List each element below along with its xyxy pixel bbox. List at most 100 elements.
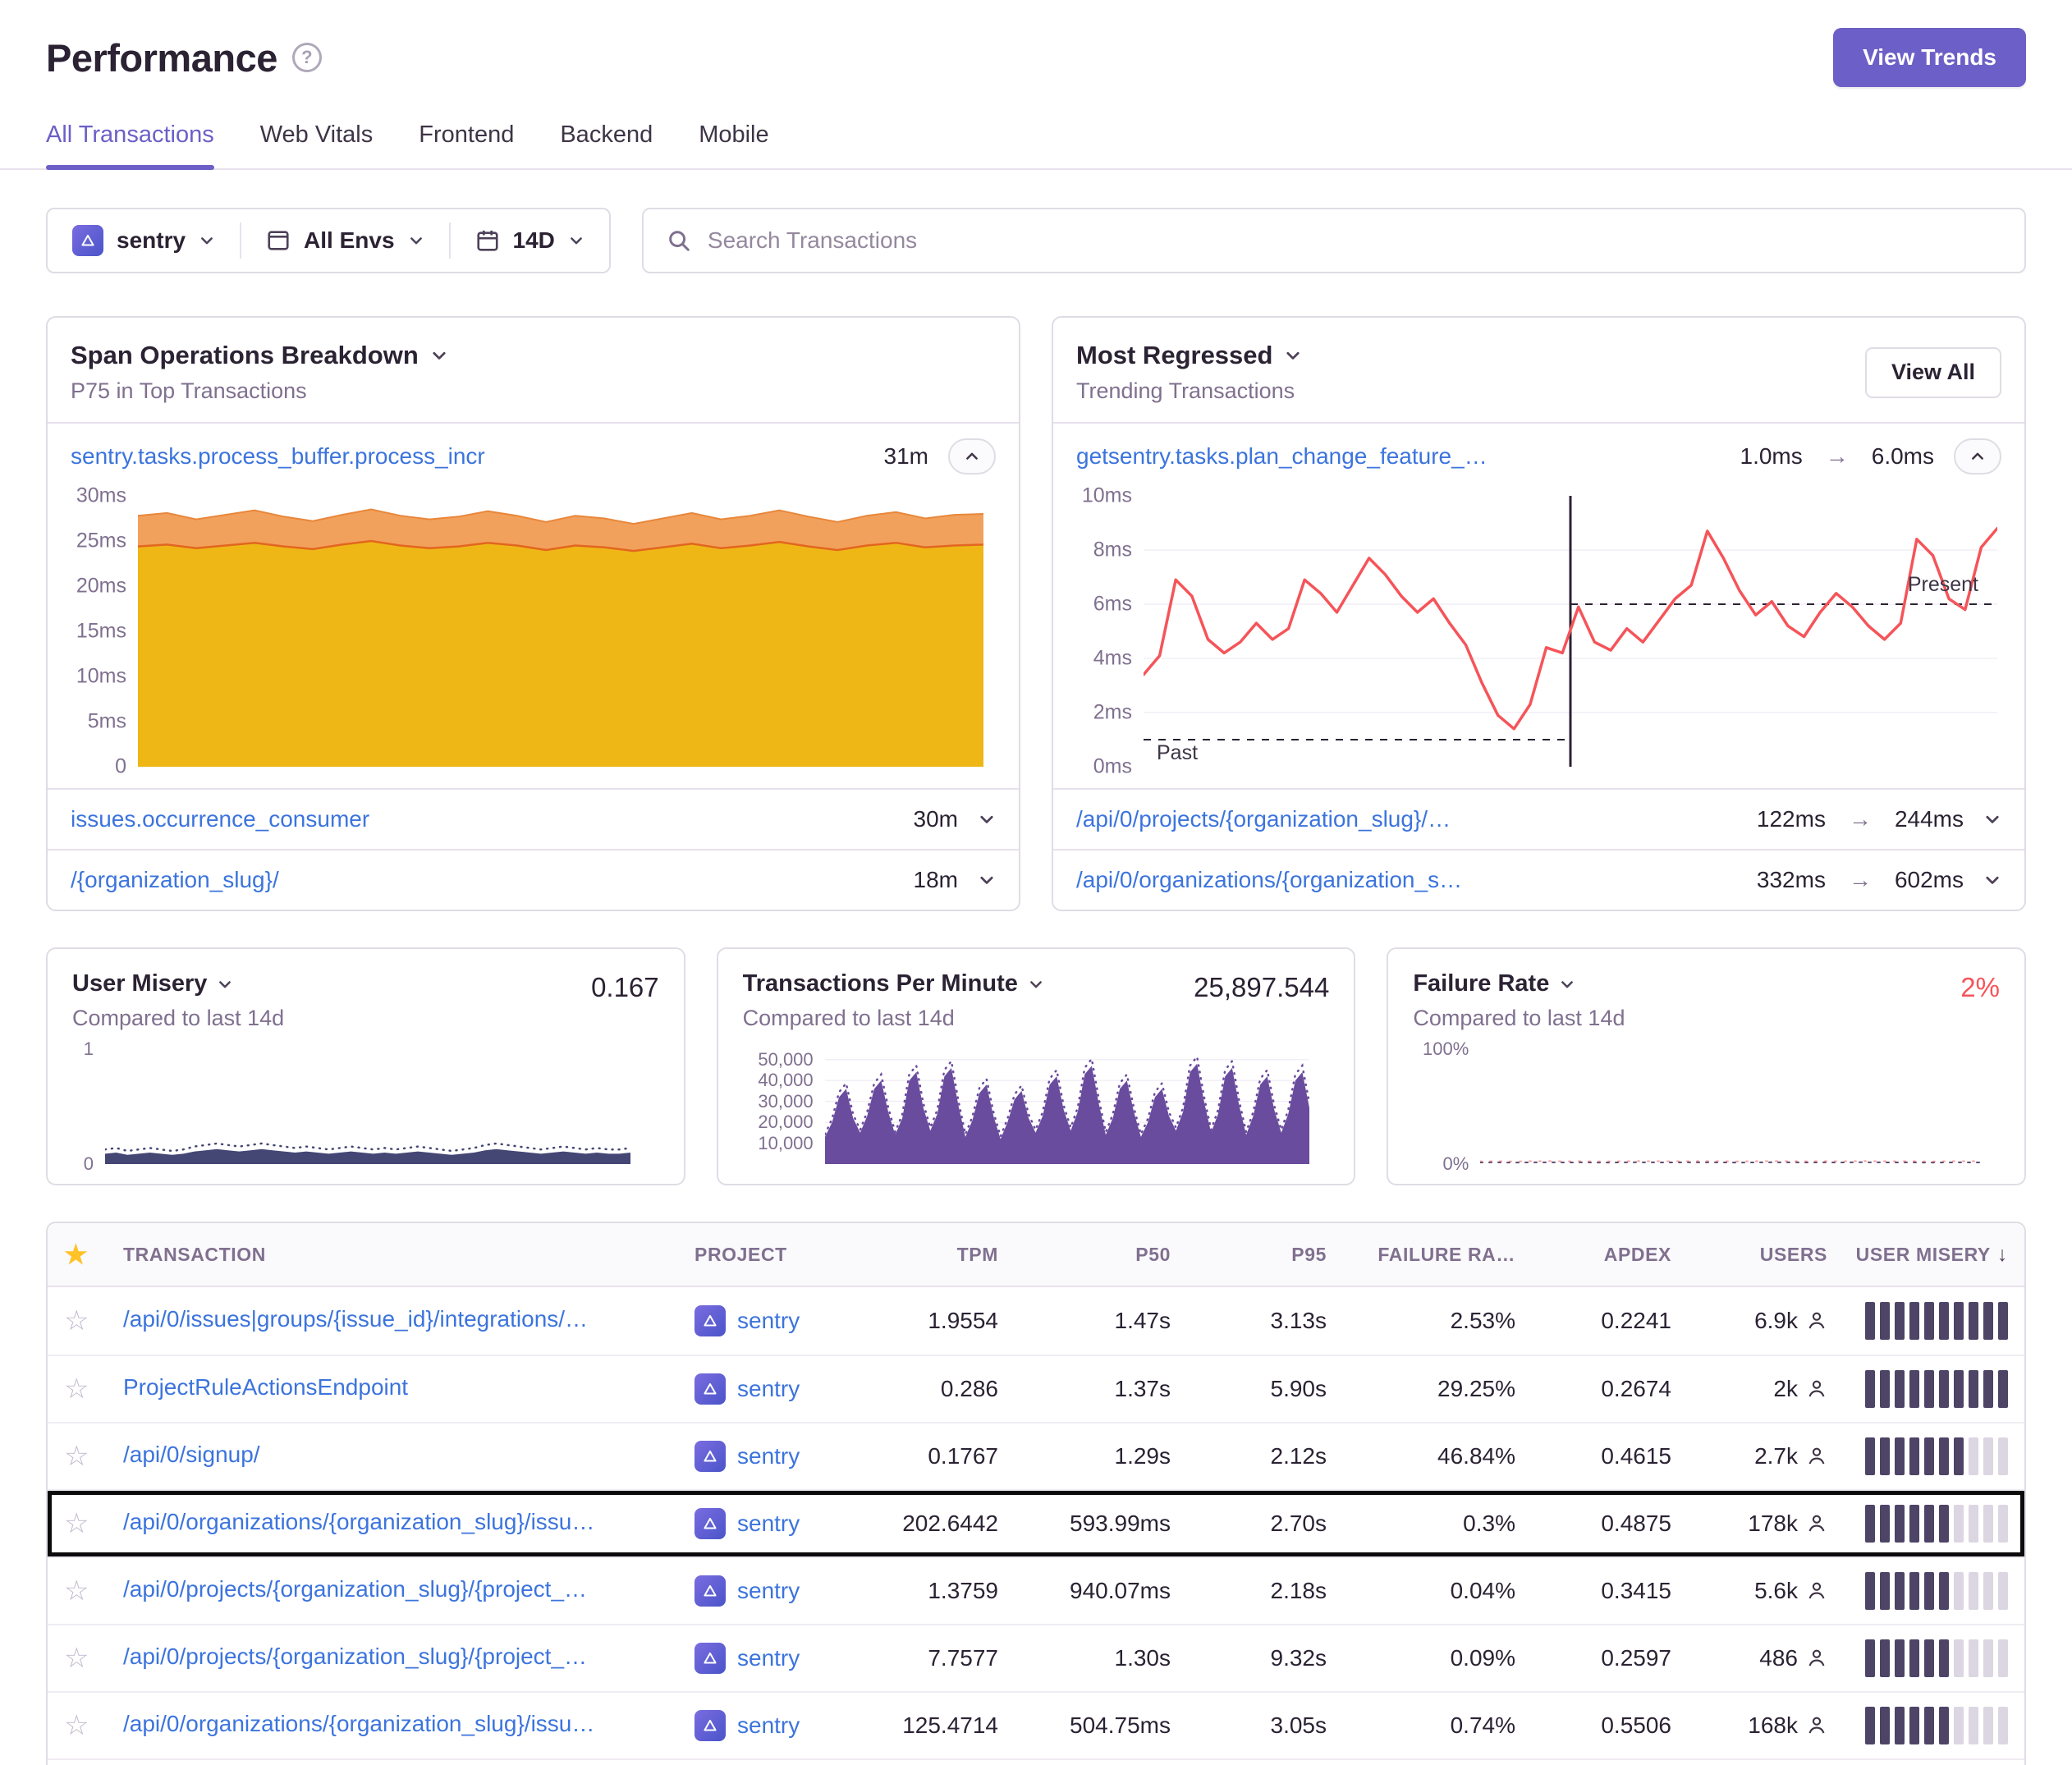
regressed-transaction-link[interactable]: /api/0/projects/{organization_slug}/… [1076,806,1737,832]
project-link[interactable]: sentry [737,1511,800,1537]
span-op-link[interactable]: issues.occurrence_consumer [71,806,894,832]
p95-cell: 2.70s [1171,1511,1327,1537]
apdex-cell: 0.2674 [1515,1376,1671,1402]
sentry-project-avatar-icon [694,1643,726,1674]
favorite-star-icon[interactable]: ☆ [64,1507,123,1540]
failure-rate-cell: 0.04% [1327,1578,1515,1604]
y-axis: 50,00040,00030,00020,00010,000 [743,1049,825,1164]
p95-cell: 9.32s [1171,1645,1327,1671]
span-op-link[interactable]: /{organization_slug}/ [71,867,894,893]
tab-all-transactions[interactable]: All Transactions [46,121,214,168]
arrow-right-icon: → [1822,443,1852,470]
favorite-star-icon[interactable]: ☆ [64,1373,123,1405]
project-link[interactable]: sentry [737,1308,800,1334]
misery-bar [1865,1639,1875,1677]
transaction-link[interactable]: /api/0/signup/ [123,1442,260,1468]
column-header-tpm[interactable]: TPM [867,1244,998,1266]
transaction-link[interactable]: /api/0/issues|groups/{issue_id}/integrat… [123,1306,588,1332]
favorite-star-icon[interactable]: ☆ [64,1709,123,1742]
y-axis: 30ms25ms20ms15ms10ms5ms0 [53,496,138,767]
help-icon[interactable]: ? [292,43,322,72]
project-selector-label: sentry [117,227,186,254]
project-cell: sentry [694,1508,867,1539]
chevron-down-icon[interactable] [1983,810,2001,828]
collapse-button[interactable] [1954,438,2001,474]
span-op-link[interactable]: sentry.tasks.process_buffer.process_incr [71,443,864,470]
transaction-link[interactable]: ProjectRuleActionsEndpoint [123,1374,408,1401]
chevron-down-icon[interactable] [1559,976,1575,993]
chevron-down-icon[interactable] [430,346,448,364]
column-header-users[interactable]: USERS [1671,1244,1827,1266]
chevron-down-icon[interactable] [1983,871,2001,889]
misery-bar [1939,1572,1949,1610]
misery-bar [1924,1572,1934,1610]
misery-bar [1983,1370,1993,1408]
transaction-link[interactable]: /api/0/organizations/{organization_slug}… [123,1509,594,1535]
favorite-star-icon[interactable]: ☆ [64,1575,123,1607]
column-header-user-misery[interactable]: USER MISERY↓ [1827,1243,2008,1267]
project-link[interactable]: sentry [737,1578,800,1604]
transaction-link[interactable]: /api/0/organizations/{organization_slug}… [123,1711,594,1737]
chevron-down-icon[interactable] [217,976,233,993]
collapse-button[interactable] [948,438,996,474]
transaction-link[interactable]: /api/0/projects/{organization_slug}/{pro… [123,1576,587,1602]
misery-bar [1998,1707,2008,1744]
card-title: Failure Rate [1413,970,1549,997]
column-header-transaction[interactable]: TRANSACTION [123,1244,694,1266]
project-link[interactable]: sentry [737,1376,800,1402]
project-link[interactable]: sentry [737,1645,800,1671]
favorite-star-icon[interactable]: ☆ [64,1642,123,1675]
card-subtitle: Compared to last 14d [72,1006,284,1031]
page-header: Performance ? View Trends [0,0,2072,87]
chevron-down-icon[interactable] [978,871,996,889]
span-op-item: /{organization_slug}/ 18m [48,849,1019,910]
search-input[interactable] [708,227,2001,254]
column-header-label: USERS [1760,1244,1827,1265]
column-header-failure-ra-[interactable]: FAILURE RA… [1327,1244,1515,1266]
misery-bar [1954,1707,1964,1744]
chevron-down-icon[interactable] [1284,346,1302,364]
chevron-down-icon[interactable] [1028,976,1044,993]
transaction-link[interactable]: /api/0/projects/{organization_slug}/{pro… [123,1644,587,1670]
project-link[interactable]: sentry [737,1712,800,1739]
column-header-p50[interactable]: P50 [998,1244,1171,1266]
column-header-label: FAILURE RA… [1378,1244,1515,1265]
tab-web-vitals[interactable]: Web Vitals [260,121,374,168]
regressed-transaction-link[interactable]: /api/0/organizations/{organization_s… [1076,867,1737,893]
column-header-apdex[interactable]: APDEX [1515,1244,1671,1266]
star-column-header-icon[interactable]: ★ [64,1239,123,1270]
p95-cell: 3.05s [1171,1712,1327,1739]
column-header-label: P50 [1135,1244,1171,1265]
date-range-selector[interactable]: 14D [451,227,609,254]
apdex-cell: 0.2241 [1515,1308,1671,1334]
regressed-transaction-link[interactable]: getsentry.tasks.plan_change_feature_… [1076,443,1721,470]
favorite-star-icon[interactable]: ☆ [64,1440,123,1473]
users-count: 168k [1748,1712,1798,1739]
column-header-project[interactable]: PROJECT [694,1244,867,1266]
misery-bar [1939,1370,1949,1408]
apdex-cell: 0.3415 [1515,1578,1671,1604]
y-axis-tick: 5ms [88,710,126,734]
tpm-card: Transactions Per Minute Compared to last… [717,947,1356,1185]
favorite-star-icon[interactable]: ☆ [64,1304,123,1337]
y-axis-tick: 2ms [1093,701,1132,725]
y-axis-tick: 15ms [76,620,126,644]
user-misery-bars [1827,1707,2008,1744]
project-selector[interactable]: sentry [48,225,240,256]
tab-mobile[interactable]: Mobile [699,121,768,168]
view-all-button[interactable]: View All [1865,347,2001,398]
card-title: User Misery [72,970,207,997]
view-trends-button[interactable]: View Trends [1833,28,2026,87]
misery-bar [1969,1302,1978,1340]
tab-backend[interactable]: Backend [560,121,653,168]
project-cell: sentry [694,1373,867,1405]
chevron-down-icon[interactable] [978,810,996,828]
user-misery-card: User Misery Compared to last 14d 0.167 1… [46,947,685,1185]
transaction-row: ☆ProjectRuleActionsEndpointsentry0.2861.… [48,1355,2024,1422]
column-header-p95[interactable]: P95 [1171,1244,1327,1266]
environment-selector[interactable]: All Envs [241,227,448,254]
misery-bar [1895,1572,1905,1610]
tab-frontend[interactable]: Frontend [419,121,514,168]
user-misery-bars [1827,1639,2008,1677]
project-link[interactable]: sentry [737,1443,800,1469]
